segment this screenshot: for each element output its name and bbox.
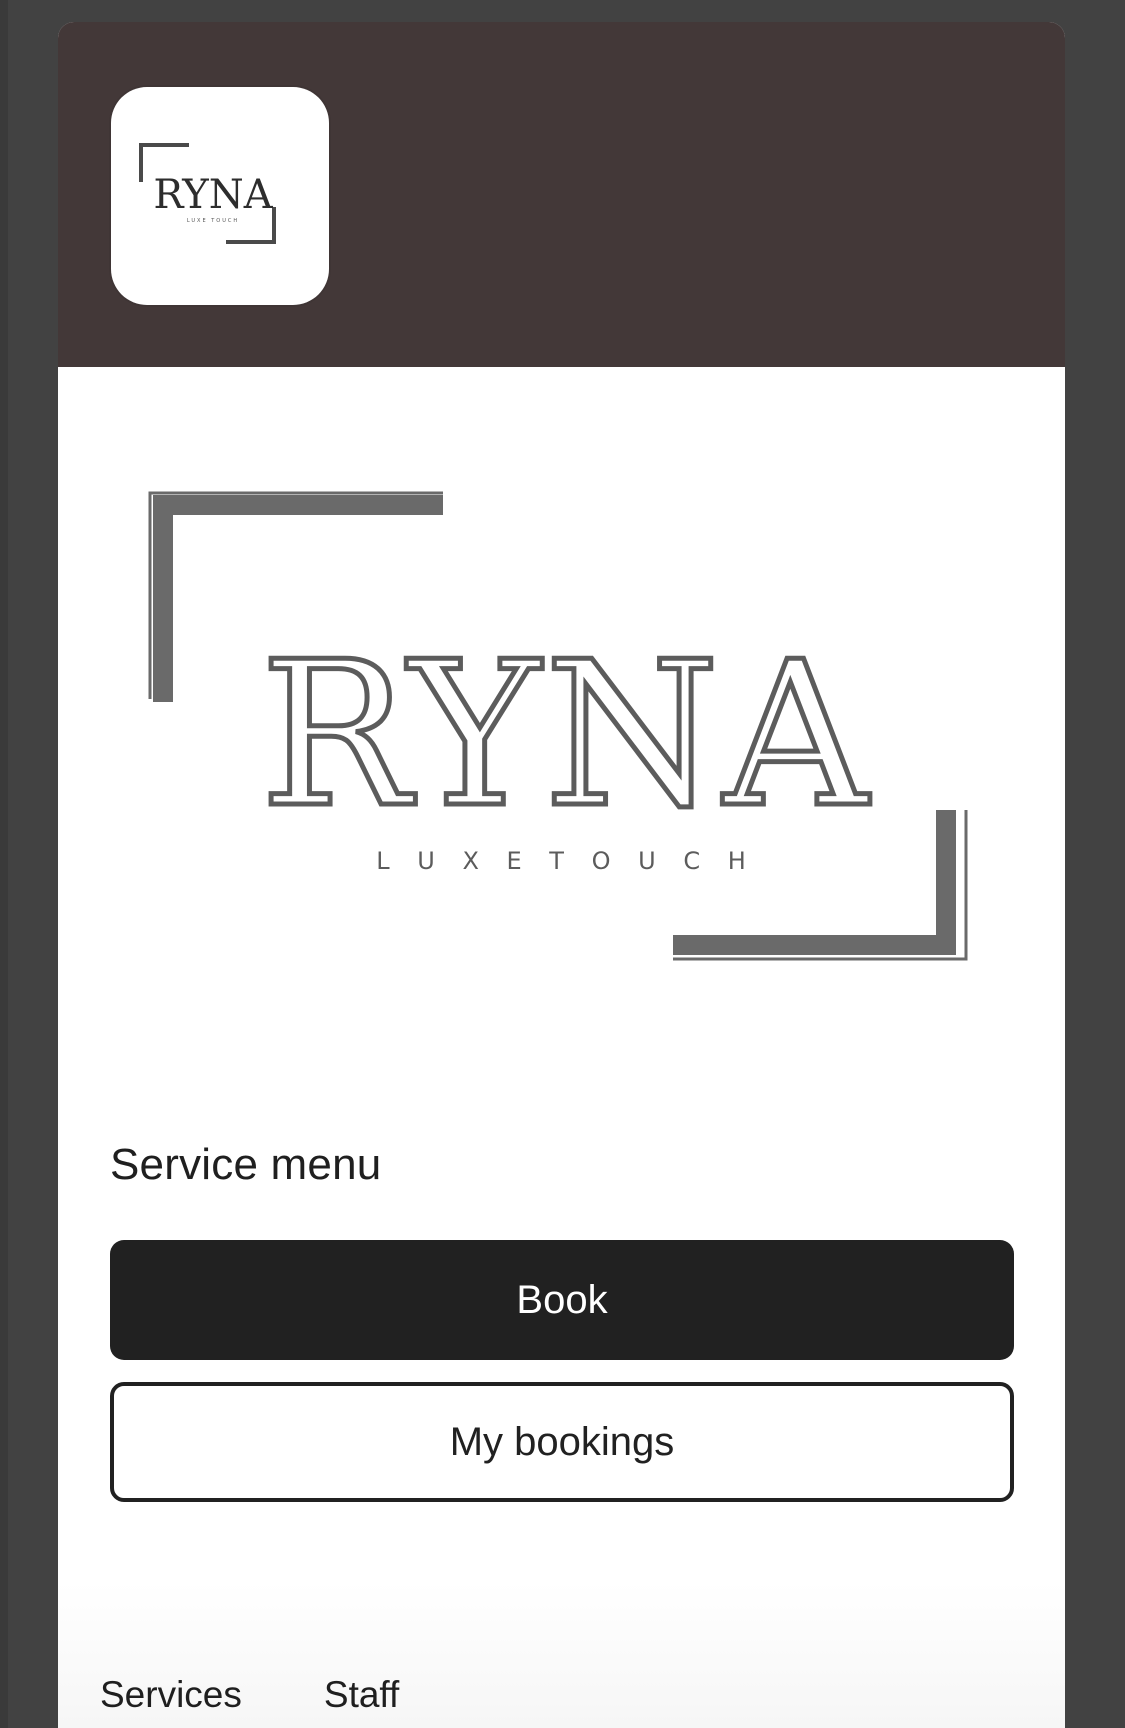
my-bookings-button[interactable]: My bookings <box>110 1382 1014 1502</box>
brand-logo-tile[interactable]: RYNA LUXE TOUCH <box>111 87 329 305</box>
tab-staff[interactable]: Staff <box>324 1674 399 1716</box>
book-button[interactable]: Book <box>110 1240 1014 1360</box>
hero-tagline: L U X E T O U C H <box>376 847 756 875</box>
small-logo-graphic: RYNA LUXE TOUCH <box>139 143 276 244</box>
small-logo-tagline: LUXE TOUCH <box>187 218 239 224</box>
frame-edge <box>0 0 8 1728</box>
hero-wordmark: RYNA <box>260 619 872 852</box>
app-card: RYNA LUXE TOUCH RYNA L U X E T O U C H S… <box>58 22 1065 1728</box>
small-logo-wordmark: RYNA <box>153 172 273 218</box>
bottom-tabs: Services Staff <box>100 1674 399 1716</box>
hero-logo-graphic: RYNA L U X E T O U C H <box>148 491 968 961</box>
tab-services[interactable]: Services <box>100 1674 242 1716</box>
header-banner: RYNA LUXE TOUCH <box>58 22 1065 367</box>
service-menu-title: Service menu <box>110 1140 382 1189</box>
device-frame: RYNA LUXE TOUCH RYNA L U X E T O U C H S… <box>0 0 1125 1728</box>
hero-logo: RYNA L U X E T O U C H <box>58 367 1065 1067</box>
